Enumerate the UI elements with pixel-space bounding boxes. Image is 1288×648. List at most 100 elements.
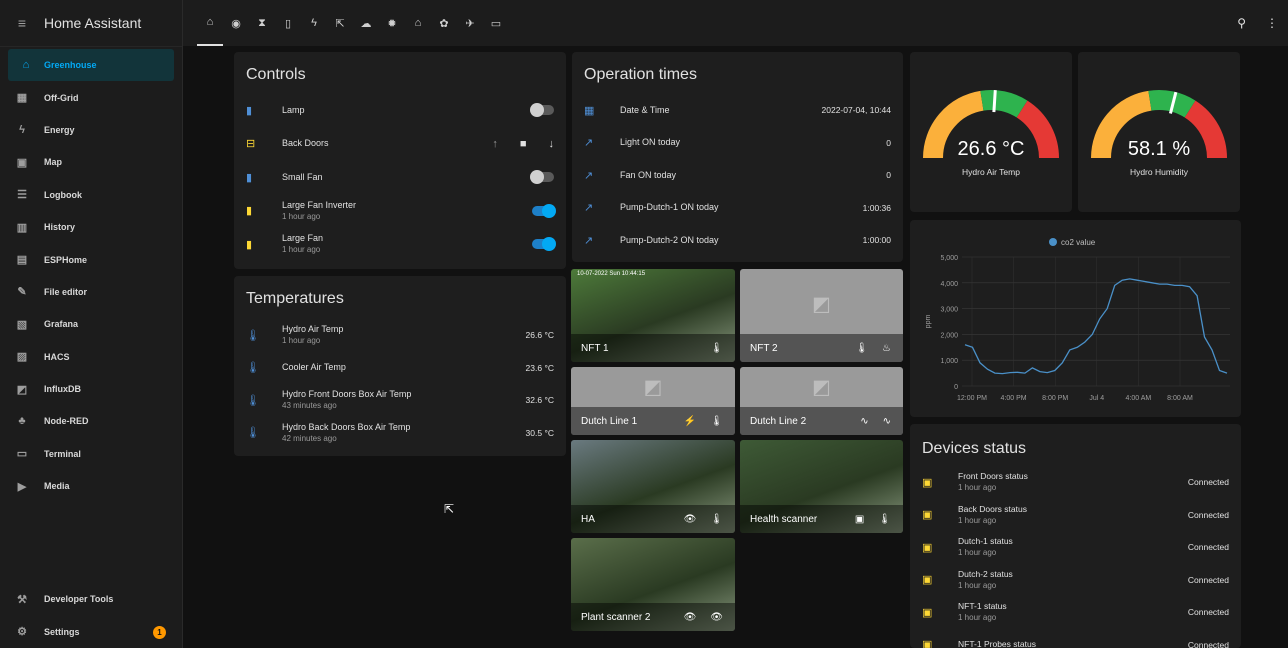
- sidebar-item-history[interactable]: ▥ History: [0, 211, 182, 243]
- entity-state-icon[interactable]: 🌡: [710, 514, 723, 525]
- sidebar-item-energy[interactable]: ϟ Energy: [0, 114, 182, 146]
- camera-tile[interactable]: ◩ Dutch Line 1 ⚡ 🌡: [571, 367, 735, 435]
- last-changed: 1 hour ago: [958, 515, 997, 525]
- control-row[interactable]: ▮ Large Fan 1 hour ago: [246, 229, 556, 259]
- camera-tile[interactable]: ◩ Dutch Line 2 ∿ ∿: [740, 367, 903, 435]
- camera-label-bar: NFT 1 🌡: [571, 334, 735, 362]
- sidebar-item-node-red[interactable]: ♣ Node-RED: [0, 405, 182, 437]
- operation-row[interactable]: ↗ Light ON today 0: [584, 128, 891, 158]
- sidebar-item-influxdb[interactable]: ◩ InfluxDB: [0, 373, 182, 405]
- operation-row[interactable]: ↗ Pump-Dutch-2 ON today 1:00:00: [584, 225, 891, 255]
- entity-state-icon[interactable]: 🌡: [710, 416, 723, 427]
- tab-sun-icon[interactable]: ✹: [379, 0, 405, 46]
- temperature-row[interactable]: 🌡 Cooler Air Temp 23.6 °C: [246, 353, 554, 383]
- temperature-row[interactable]: 🌡 Hydro Front Doors Box Air Temp 43 minute…: [246, 385, 554, 415]
- control-row[interactable]: ▮ Small Fan: [246, 162, 554, 192]
- arrow-down-icon[interactable]: ↓: [549, 138, 555, 150]
- sidebar-item-label: Terminal: [44, 448, 81, 459]
- top-toolbar: ⌂ ◉ ⧗ ▯ ϟ ⇱ ☁ ✹ ⌂ ✿ ✈ ▭ ⚲ ⋮: [183, 0, 1288, 46]
- device-row[interactable]: ▣ Back Doors status 1 hour ago Connected: [922, 499, 1229, 531]
- sidebar-item-off-grid[interactable]: ▦ Off-Grid: [0, 81, 182, 113]
- toggle-switch[interactable]: [530, 170, 554, 184]
- entity-state-icon[interactable]: ∿: [883, 416, 891, 427]
- camera-label-bar: Plant scanner 2 👁 👁: [571, 603, 735, 631]
- sidebar-item-logbook[interactable]: ☰ Logbook: [0, 179, 182, 211]
- sidebar-item-settings[interactable]: ⚙ Settings 1: [0, 616, 182, 648]
- sidebar-item-label: Off-Grid: [44, 92, 79, 103]
- entity-state-icon[interactable]: 👁: [684, 612, 697, 623]
- sidebar-item-hacs[interactable]: ▨ HACS: [0, 341, 182, 373]
- sensor-value: 23.6 °C: [525, 362, 554, 373]
- tab-fan-arrows-icon[interactable]: ⇱: [327, 0, 353, 46]
- entity-state-icon[interactable]: ∿: [860, 416, 868, 427]
- operation-row[interactable]: ↗ Pump-Dutch-1 ON today 1:00:36: [584, 193, 891, 223]
- co2-line-chart[interactable]: co2 value 5,000 4,000 3,000 2,000 1,000 0 ppm 12…: [910, 220, 1241, 417]
- operation-row[interactable]: ▦ Date & Time 2022-07-04, 10:44: [584, 95, 891, 125]
- tab-monitor-icon[interactable]: ▭: [483, 0, 509, 46]
- tab-door-icon[interactable]: ▯: [275, 0, 301, 46]
- control-row[interactable]: ▮ Lamp: [246, 95, 554, 125]
- tab-cloud-icon[interactable]: ☁: [353, 0, 379, 46]
- tab-flash-icon[interactable]: ϟ: [301, 0, 327, 46]
- sidebar-item-esphome[interactable]: ▤ ESPHome: [0, 243, 182, 275]
- stop-icon[interactable]: ■: [520, 138, 527, 150]
- device-row[interactable]: ▣ Dutch-1 status 1 hour ago Connected: [922, 531, 1229, 563]
- entity-state-icon[interactable]: 🌡: [878, 514, 891, 525]
- image-off-icon: ◩: [643, 376, 663, 399]
- search-icon[interactable]: ⚲: [1237, 16, 1246, 30]
- camera-tile[interactable]: ◩ NFT 2 🌡 ♨: [740, 269, 903, 362]
- more-vert-icon[interactable]: ⋮: [1266, 16, 1278, 30]
- sidebar-item-map[interactable]: ▣ Map: [0, 146, 182, 178]
- gauge-card-air-temp[interactable]: 26.6 °C Hydro Air Temp: [910, 52, 1072, 212]
- sensor-value: 32.6 °C: [525, 395, 554, 405]
- menu-icon[interactable]: ≡: [0, 15, 44, 31]
- device-row[interactable]: ▣ Front Doors status 1 hour ago Connected: [922, 466, 1229, 498]
- arrow-up-icon[interactable]: ↑: [492, 138, 498, 150]
- router-icon: ▣: [922, 574, 933, 586]
- control-label: Back Doors: [282, 138, 329, 148]
- thermometer-icon: 🌡: [246, 427, 260, 439]
- sidebar-item-greenhouse[interactable]: ⌂ Greenhouse: [8, 49, 174, 82]
- temperature-row[interactable]: 🌡 Hydro Air Temp 1 hour ago 26.6 °C: [246, 320, 554, 350]
- temperature-row[interactable]: 🌡 Hydro Back Doors Box Air Temp 42 minutes…: [246, 418, 554, 448]
- control-row[interactable]: ⊟ Back Doors ↑ ■ ↓: [246, 129, 554, 159]
- sidebar-item-file-editor[interactable]: ✎ File editor: [0, 276, 182, 308]
- camera-tile[interactable]: Plant scanner 2 👁 👁: [571, 538, 735, 631]
- entity-state-icon[interactable]: 🌡: [710, 343, 723, 354]
- tab-satellite-icon[interactable]: ✈: [457, 0, 483, 46]
- camera-tile[interactable]: 10-07-2022 Sun 10:44:15 NFT 1 🌡: [571, 269, 735, 362]
- toggle-switch[interactable]: [532, 203, 556, 218]
- gauge-card-humidity[interactable]: 58.1 % Hydro Humidity: [1078, 52, 1240, 212]
- sidebar-item-grafana[interactable]: ▧ Grafana: [0, 308, 182, 340]
- entity-state-icon[interactable]: ▣: [855, 514, 864, 525]
- device-row[interactable]: ▣ NFT-1 status 1 hour ago Connected: [922, 596, 1229, 628]
- tab-home-gear-icon[interactable]: ⌂: [405, 0, 431, 46]
- sidebar-item-terminal[interactable]: ▭ Terminal: [0, 438, 182, 470]
- camera-entity-icons: 🌡: [710, 343, 723, 354]
- device-row[interactable]: ▣ NFT-1 Probes status Connected: [922, 629, 1229, 648]
- operation-row[interactable]: ↗ Fan ON today 0: [584, 160, 891, 190]
- x-tick-label: 8:00 AM: [1167, 395, 1193, 402]
- toggle-switch[interactable]: [532, 237, 556, 251]
- sensor-name: Hydro Air Temp 1 hour ago: [270, 324, 526, 346]
- toggle-switch[interactable]: [530, 103, 554, 117]
- camera-tile[interactable]: HA 👁 🌡: [571, 440, 735, 533]
- device-row[interactable]: ▣ Dutch-2 status 1 hour ago Connected: [922, 564, 1229, 596]
- entity-state-icon[interactable]: ⚡: [684, 416, 696, 427]
- toggle-knob: [530, 170, 544, 184]
- sidebar-item-media[interactable]: ▶ Media: [0, 470, 182, 502]
- entity-state-icon[interactable]: 🌡: [855, 343, 868, 354]
- camera-tile[interactable]: Health scanner ▣ 🌡: [740, 440, 903, 533]
- device-label: NFT-1 status: [958, 601, 1007, 611]
- tab-greenhouse-icon[interactable]: ⌂: [197, 0, 223, 46]
- sidebar-item-developer-tools[interactable]: ⚒ Developer Tools: [0, 583, 182, 615]
- tab-sprout-icon[interactable]: ✿: [431, 0, 457, 46]
- tab-timer-icon[interactable]: ⧗: [249, 0, 275, 46]
- entity-state-icon[interactable]: 👁: [710, 612, 723, 623]
- sidebar-item-label: Media: [44, 481, 70, 492]
- entity-state-icon[interactable]: 👁: [684, 514, 697, 525]
- entity-state-icon[interactable]: ♨: [882, 343, 891, 354]
- tab-cctv-icon[interactable]: ◉: [223, 0, 249, 46]
- control-row[interactable]: ▮ Large Fan Inverter 1 hour ago: [246, 196, 556, 226]
- calendar-icon: ▦: [584, 104, 595, 117]
